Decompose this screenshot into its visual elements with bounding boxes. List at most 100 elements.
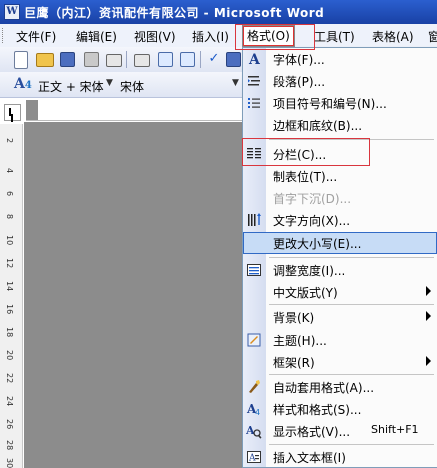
ruler-tick: 8 (5, 214, 14, 220)
new-document-icon[interactable] (14, 51, 28, 69)
menubar-grip[interactable] (2, 28, 6, 43)
bullets-icon (248, 98, 260, 108)
adjust-width-icon (247, 264, 261, 276)
window-title: 巨鹰（内江）资讯配件有限公司 - Microsoft Word (24, 6, 325, 20)
word-app-icon[interactable]: W (4, 4, 20, 20)
svg-text:A: A (246, 424, 255, 437)
menu-window[interactable]: 窗 (428, 28, 437, 44)
ruler-margin (26, 100, 38, 120)
styles-pane-icon[interactable]: A4 (14, 76, 32, 92)
ruler-tick: 12 (5, 258, 14, 269)
theme-icon (247, 333, 261, 347)
ruler-tick: 18 (5, 327, 14, 338)
menu-item-label: 更改大小写(E)... (273, 237, 362, 251)
svg-text:A: A (248, 454, 256, 464)
permission-icon[interactable] (84, 52, 99, 67)
menu-item-label: 中文版式(Y) (273, 286, 338, 300)
menu-item-label: 文字方向(X)... (273, 214, 351, 228)
svg-text:4: 4 (255, 408, 260, 417)
ruler-tick: 2 (5, 138, 14, 144)
menu-item-label: 显示格式(V)... (273, 425, 351, 439)
menu-item-label: 边框和底纹(B)... (273, 119, 363, 133)
horizontal-ruler[interactable] (26, 100, 244, 121)
spelling-check-icon[interactable]: ✓ (206, 51, 222, 67)
menu-item-autoformat[interactable]: 自动套用格式(A)... (243, 376, 437, 398)
magnifier-icon[interactable] (180, 52, 195, 67)
menu-item-label: 首字下沉(D)... (273, 192, 352, 206)
ruler-tick: 14 (5, 281, 14, 292)
menu-item-label: 样式和格式(S)... (273, 403, 362, 417)
menu-item-text-direction[interactable]: 文字方向(X)... (243, 209, 437, 231)
menu-item-borders-shading[interactable]: 边框和底纹(B)... (243, 114, 437, 136)
vertical-ruler[interactable]: 2 4 6 8 10 12 14 16 18 20 22 24 26 28 30 (0, 124, 23, 468)
submenu-arrow-icon (426, 286, 431, 296)
menu-item-adjust-width[interactable]: 调整宽度(I)... (243, 259, 437, 281)
ruler-tick: 20 (5, 350, 14, 361)
ruler-tick: 22 (5, 373, 14, 384)
menu-separator (269, 139, 434, 140)
submenu-arrow-icon (426, 356, 431, 366)
open-folder-icon[interactable] (36, 53, 54, 67)
menu-separator (269, 444, 434, 445)
menu-item-change-case[interactable]: 更改大小写(E)... (243, 232, 437, 254)
menu-item-styles-formatting[interactable]: A4 样式和格式(S)... (243, 398, 437, 420)
menu-insert[interactable]: 插入(I) (192, 28, 229, 44)
menu-item-columns[interactable]: 分栏(C)... (243, 143, 437, 165)
chevron-down-icon[interactable]: ▼ (232, 78, 239, 88)
toolbar-separator (126, 51, 127, 68)
menu-item-label: 主题(H)... (273, 334, 327, 348)
menu-format[interactable]: 格式(O) (242, 25, 295, 47)
menu-item-label: 项目符号和编号(N)... (273, 97, 387, 111)
paragraph-icon (248, 76, 260, 86)
research-icon[interactable] (158, 52, 173, 67)
ruler-tick: 24 (5, 396, 14, 407)
menu-item-frames[interactable]: 框架(R) (243, 351, 437, 373)
menu-item-tabs[interactable]: 制表位(T)... (243, 165, 437, 187)
menu-item-label: 插入文本框(I) (273, 451, 346, 465)
document-area[interactable] (24, 122, 244, 468)
menu-item-background[interactable]: 背景(K) (243, 306, 437, 328)
menu-item-asian-layout[interactable]: 中文版式(Y) (243, 281, 437, 303)
style-dropdown[interactable]: 正文 + 宋体 (38, 78, 104, 95)
ruler-tick: 4 (5, 168, 14, 174)
text-direction-icon (248, 213, 261, 226)
menu-item-reveal-formatting[interactable]: A 显示格式(V)... Shift+F1 (243, 420, 437, 442)
menu-separator (269, 257, 434, 258)
menu-file[interactable]: 文件(F) (16, 28, 56, 44)
menu-separator (269, 304, 434, 305)
print-preview-icon[interactable] (134, 54, 150, 67)
ruler-tick: 16 (5, 304, 14, 315)
menu-bar: 文件(F) 编辑(E) 视图(V) 插入(I) 格式(O) 工具(T) 表格(A… (0, 24, 437, 48)
textbox-icon: A (247, 451, 261, 464)
print-icon[interactable] (106, 54, 122, 67)
menu-item-bullets[interactable]: 项目符号和编号(N)... (243, 92, 437, 114)
menu-edit[interactable]: 编辑(E) (76, 28, 117, 44)
format-menu: A 字体(F)... 段落(P)... 项目符号和编号(N)... 边框和底纹(… (242, 47, 437, 468)
svg-text:A: A (248, 52, 261, 67)
menu-item-label: 分栏(C)... (273, 148, 327, 162)
menu-item-insert-textbox[interactable]: A 插入文本框(I) (243, 446, 437, 468)
menu-item-paragraph[interactable]: 段落(P)... (243, 70, 437, 92)
chevron-down-icon[interactable]: ▼ (106, 78, 113, 88)
menu-tools[interactable]: 工具(T) (314, 28, 355, 44)
menu-item-font[interactable]: A 字体(F)... (243, 48, 437, 70)
toolbar-separator (200, 51, 201, 68)
menu-item-label: 制表位(T)... (273, 170, 338, 184)
tab-selector-icon[interactable] (4, 104, 21, 121)
ruler-tick: 26 (5, 419, 14, 430)
menu-item-label: 背景(K) (273, 311, 315, 325)
save-icon[interactable] (60, 52, 75, 67)
menu-table[interactable]: 表格(A) (372, 28, 414, 44)
cut-icon[interactable] (226, 52, 241, 67)
font-a-icon: A (248, 52, 261, 67)
title-bar: W 巨鹰（内江）资讯配件有限公司 - Microsoft Word (0, 0, 437, 24)
submenu-arrow-icon (426, 311, 431, 321)
menu-item-label: 字体(F)... (273, 53, 325, 67)
columns-icon (247, 148, 261, 159)
ruler-tick: 6 (5, 191, 14, 197)
autoformat-icon (249, 380, 260, 393)
font-dropdown[interactable]: 宋体 (120, 78, 144, 95)
menu-item-theme[interactable]: 主题(H)... (243, 329, 437, 351)
reveal-format-icon: A (246, 424, 262, 439)
menu-view[interactable]: 视图(V) (134, 28, 176, 44)
